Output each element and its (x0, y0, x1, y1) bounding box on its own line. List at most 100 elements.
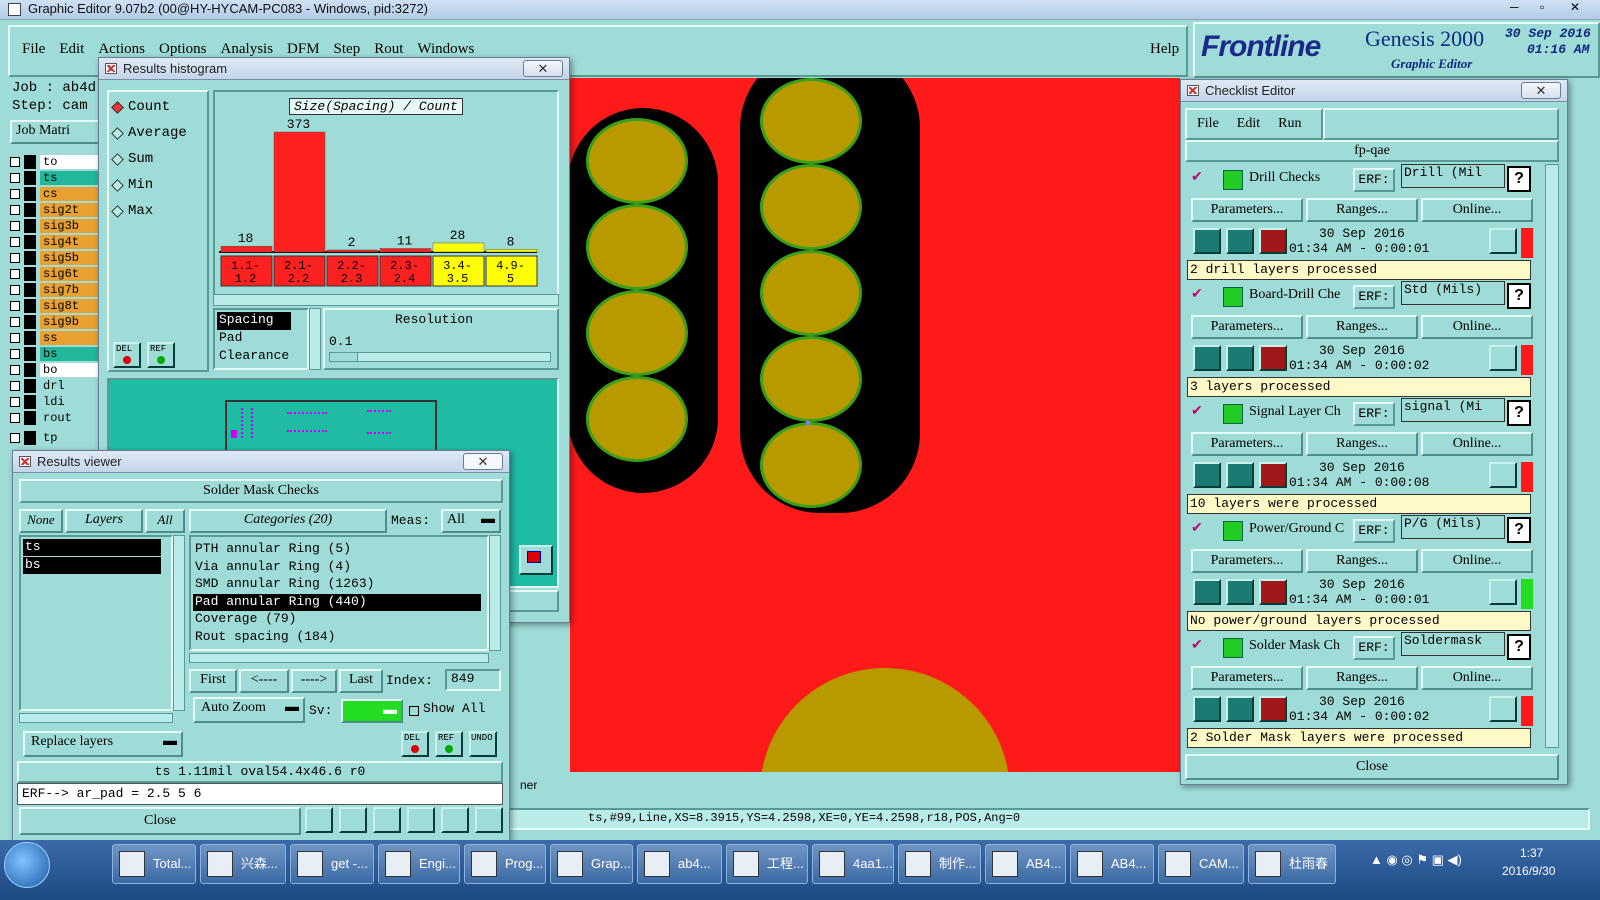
job-matrix-button[interactable]: Job Matri (10, 120, 102, 144)
measure-item[interactable]: Pad (217, 330, 291, 348)
resolution-slider[interactable] (329, 352, 551, 362)
option-count[interactable]: Count (111, 94, 187, 120)
layer-row[interactable]: sig4t (10, 234, 104, 250)
layer-row[interactable]: drl (10, 378, 104, 394)
taskbar-item[interactable]: CAM... (1158, 844, 1244, 884)
params-button[interactable]: Parameters... (1191, 666, 1303, 690)
auto-zoom-dropdown[interactable]: Auto Zoom ▬ (193, 697, 305, 723)
item-name[interactable]: Power/Ground C (1249, 521, 1357, 537)
item-name[interactable]: Solder Mask Ch (1249, 638, 1357, 654)
histogram-bar[interactable] (379, 248, 432, 253)
layer-row[interactable]: ts (10, 170, 104, 186)
report-icon[interactable] (339, 807, 367, 833)
checklist-menu-run[interactable]: Run (1278, 116, 1301, 132)
histogram-bar[interactable] (220, 245, 273, 253)
ref-button[interactable]: REF (147, 342, 175, 368)
stop-icon[interactable] (1259, 462, 1287, 488)
run-icon[interactable] (1193, 462, 1221, 488)
layer-checkbox[interactable] (10, 317, 20, 327)
help-button[interactable]: ? (1507, 400, 1531, 426)
run-all-icon[interactable] (1226, 462, 1254, 488)
list-icon[interactable] (441, 807, 469, 833)
item-name[interactable]: Drill Checks (1249, 170, 1357, 186)
zoom-results-icon[interactable] (1489, 462, 1517, 488)
zoom-results-icon[interactable] (1489, 696, 1517, 722)
histogram-bar[interactable] (273, 131, 326, 253)
run-all-icon[interactable] (1226, 228, 1254, 254)
histogram-bar[interactable] (326, 249, 379, 253)
ranges-button[interactable]: Ranges... (1306, 549, 1418, 573)
taskbar-item[interactable]: AB4... (985, 844, 1066, 884)
erf-field[interactable]: Std (Mils) (1401, 281, 1505, 305)
minimize-button[interactable]: ─ (1510, 0, 1519, 14)
run-icon[interactable] (1193, 345, 1221, 371)
layer-row[interactable]: cs (10, 186, 104, 202)
taskbar-item[interactable]: Prog... (464, 844, 546, 884)
online-button[interactable]: Online... (1421, 666, 1533, 690)
graphic-canvas[interactable] (570, 78, 1180, 790)
option-min[interactable]: Min (111, 172, 187, 198)
layer-row[interactable]: sig3b (10, 218, 104, 234)
help-button[interactable]: ? (1507, 634, 1531, 660)
ranges-button[interactable]: Ranges... (1306, 198, 1418, 222)
ranges-button[interactable]: Ranges... (1306, 315, 1418, 339)
maximize-button[interactable]: ▫ (1540, 0, 1544, 14)
layer-row[interactable]: ss (10, 330, 104, 346)
stop-icon[interactable] (1259, 228, 1287, 254)
category-vscroll[interactable] (489, 535, 501, 651)
chart-icon[interactable] (475, 807, 503, 833)
result-layer-item[interactable]: bs (23, 557, 161, 574)
run-icon[interactable] (1193, 228, 1221, 254)
taskbar-item[interactable]: 兴森... (200, 844, 286, 884)
histogram-bar[interactable] (485, 249, 538, 253)
show-all-checkbox[interactable] (409, 703, 419, 719)
option-sum[interactable]: Sum (111, 146, 187, 172)
category-hscroll[interactable] (189, 653, 489, 663)
layer-row[interactable]: sig2t (10, 202, 104, 218)
layer-checkbox[interactable] (10, 285, 20, 295)
categories-button[interactable]: Categories (20) (189, 509, 387, 533)
histogram-bar[interactable] (432, 242, 485, 253)
checklist-vscroll[interactable] (1545, 164, 1559, 748)
chart-hscrollbar[interactable] (213, 294, 559, 306)
checklist-close-button[interactable]: Close (1185, 754, 1559, 780)
check-icon[interactable]: ✔ (1191, 519, 1203, 536)
undo-button[interactable]: UNDO (469, 731, 497, 757)
meas-dropdown[interactable]: All ▬ (441, 509, 501, 533)
zoom-results-icon[interactable] (1489, 228, 1517, 254)
zoom-results-icon[interactable] (407, 807, 435, 833)
checklist-menu-file[interactable]: File (1197, 116, 1219, 132)
layer-row[interactable]: sig9b (10, 314, 104, 330)
taskbar-item[interactable]: ab4... (637, 844, 722, 884)
layer-checkbox[interactable] (10, 253, 20, 263)
close-icon[interactable]: ✕ (463, 453, 503, 470)
run-icon[interactable] (1193, 696, 1221, 722)
taskbar-item[interactable]: 4aa1... (812, 844, 894, 884)
layer-checkbox[interactable] (10, 365, 20, 375)
help-button[interactable]: ? (1507, 166, 1531, 192)
taskbar-item[interactable]: Total... (112, 844, 196, 884)
layer-list-hscroll[interactable] (19, 713, 173, 723)
measure-item[interactable]: Spacing (217, 312, 292, 330)
next-button[interactable]: ----> (291, 669, 337, 693)
ranges-button[interactable]: Ranges... (1306, 666, 1418, 690)
close-icon[interactable]: ✕ (1521, 82, 1561, 99)
help-button[interactable]: ? (1507, 283, 1531, 309)
stop-icon[interactable] (1259, 579, 1287, 605)
layer-checkbox[interactable] (10, 413, 20, 423)
erf-field[interactable]: P/G (Mils) (1401, 515, 1505, 539)
first-button[interactable]: First (189, 669, 237, 693)
erf-field[interactable]: Soldermask (1401, 632, 1505, 656)
stop-icon[interactable] (1259, 345, 1287, 371)
ranges-button[interactable]: Ranges... (1306, 432, 1418, 456)
category-item[interactable]: Rout spacing (184) (193, 629, 481, 647)
layer-row[interactable]: bo (10, 362, 104, 378)
layer-row[interactable]: ldi (10, 394, 104, 410)
delete-results-icon[interactable] (373, 807, 401, 833)
del-button[interactable]: DEL (401, 731, 429, 757)
layer-row[interactable]: tp (10, 430, 104, 446)
zoom-window-icon[interactable] (519, 545, 553, 575)
index-input[interactable]: 849 (445, 669, 501, 691)
layer-row[interactable]: sig6t (10, 266, 104, 282)
layer-list-vscroll[interactable] (173, 535, 185, 711)
